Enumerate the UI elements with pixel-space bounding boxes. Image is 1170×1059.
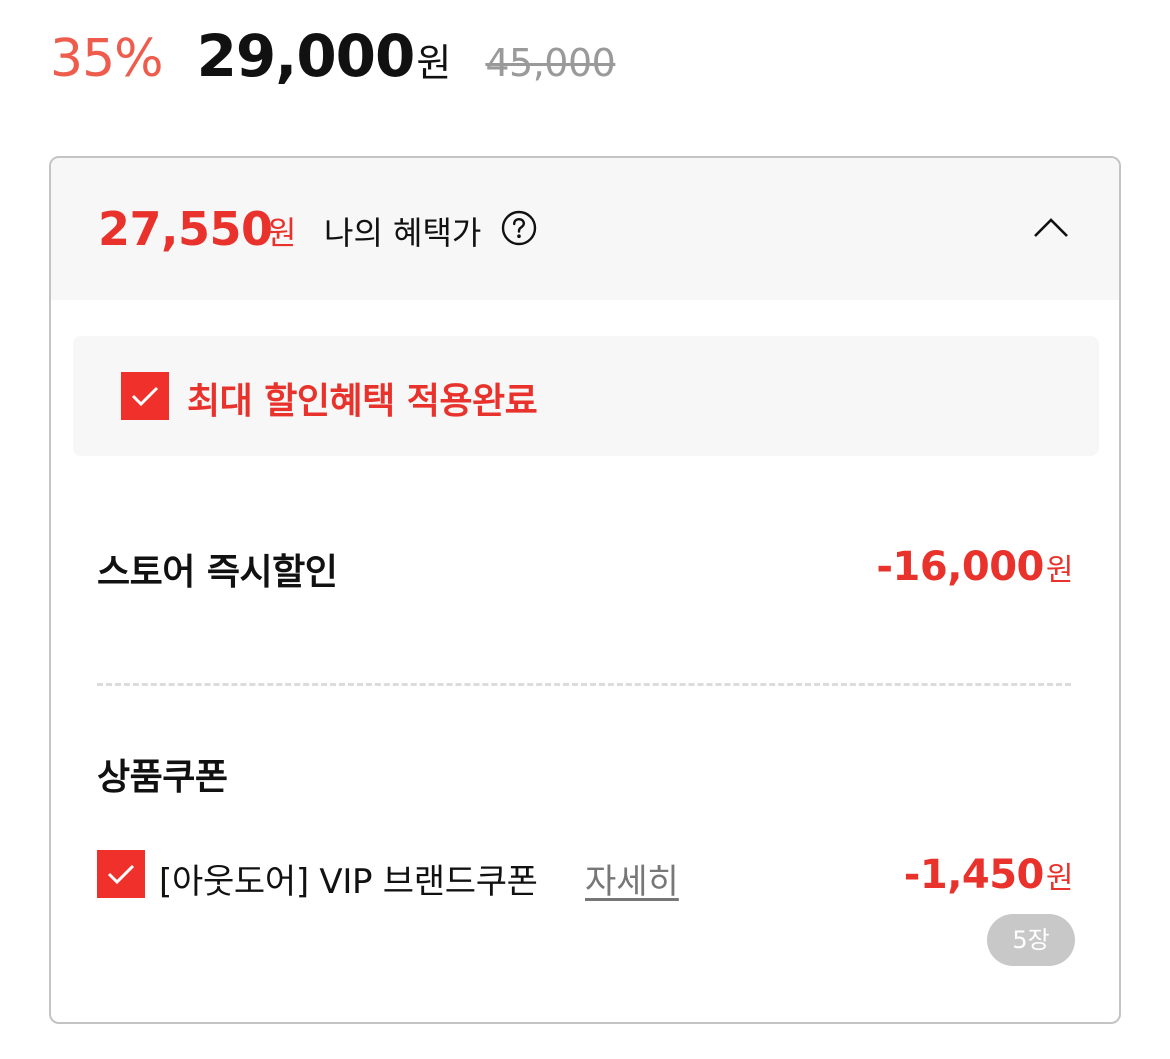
dashed-divider	[97, 683, 1071, 686]
price-row: 35% 29,000 원 45,000	[50, 22, 616, 102]
checked-checkbox-icon	[121, 372, 169, 420]
coupon-detail-link[interactable]: 자세히	[585, 854, 679, 903]
benefit-header[interactable]: 27,550 원 나의 혜택가	[51, 158, 1119, 300]
benefit-box: 27,550 원 나의 혜택가 최대 할인혜택 적용완료 스토어 즉시할인 -1…	[49, 156, 1121, 1024]
store-discount-label: 스토어 즉시할인	[97, 552, 338, 593]
discount-rate: 35%	[50, 29, 164, 89]
coupon-amount: -1,450원	[903, 852, 1074, 898]
my-benefit-price-label: 나의 혜택가	[324, 214, 482, 252]
question-circle-icon[interactable]	[501, 210, 537, 246]
store-discount-amount-value: -16,000	[876, 544, 1044, 590]
store-discount-amount: -16,000원	[876, 544, 1073, 590]
coupon-amount-value: -1,450	[903, 852, 1045, 898]
sale-price-unit: 원	[416, 41, 452, 85]
store-discount-unit: 원	[1045, 553, 1074, 588]
applied-text: 최대 할인혜택 적용완료	[187, 381, 538, 422]
my-benefit-price: 27,550	[98, 202, 273, 256]
coupon-amount-unit: 원	[1045, 861, 1074, 896]
sale-price: 29,000	[196, 22, 416, 90]
coupon-count-badge[interactable]: 5장	[987, 914, 1075, 966]
coupon-name: [아웃도어] VIP 브랜드쿠폰	[159, 862, 538, 902]
original-price: 45,000	[485, 41, 616, 85]
max-benefit-applied-banner: 최대 할인혜택 적용완료	[73, 336, 1099, 456]
product-coupon-title: 상품쿠폰	[97, 757, 228, 798]
chevron-up-icon[interactable]	[1031, 214, 1071, 242]
my-benefit-price-unit: 원	[267, 214, 297, 252]
coupon-checkbox[interactable]	[97, 850, 145, 898]
